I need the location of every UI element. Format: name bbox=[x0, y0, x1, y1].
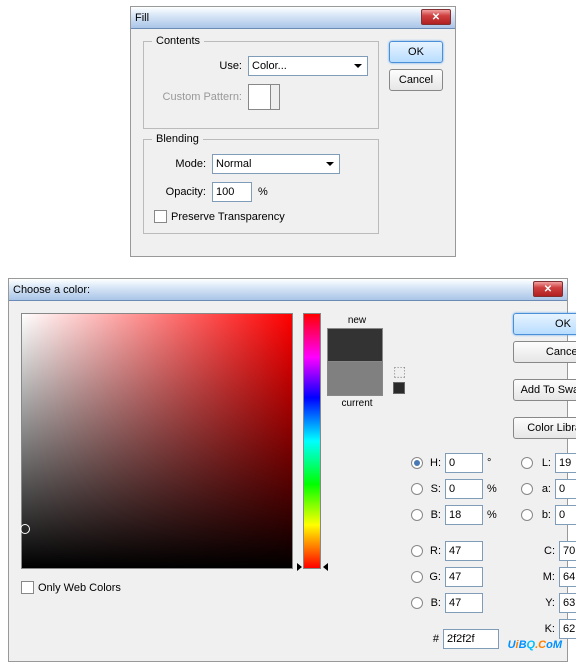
warning-swatch[interactable] bbox=[393, 382, 405, 394]
preserve-transparency-checkbox[interactable]: Preserve Transparency bbox=[154, 210, 368, 223]
fill-title: Fill bbox=[135, 12, 149, 24]
only-web-colors-checkbox[interactable]: Only Web Colors bbox=[21, 581, 411, 594]
new-current-swatches: new current bbox=[327, 313, 387, 569]
cancel-button[interactable]: Cancel bbox=[389, 69, 443, 91]
blending-legend: Blending bbox=[152, 133, 203, 145]
current-color-swatch[interactable] bbox=[327, 362, 383, 396]
s-label: S: bbox=[427, 483, 441, 495]
c-input[interactable] bbox=[559, 541, 576, 561]
mode-select[interactable]: Normal bbox=[212, 154, 340, 174]
h-input[interactable] bbox=[445, 453, 483, 473]
c-label: C: bbox=[541, 545, 555, 557]
s-input[interactable] bbox=[445, 479, 483, 499]
cube-icon[interactable]: ⬚ bbox=[393, 363, 411, 380]
hue-slider[interactable] bbox=[303, 313, 321, 569]
radio-r[interactable] bbox=[411, 545, 423, 557]
r-label: R: bbox=[427, 545, 441, 557]
watermark: UiBQ.CoM bbox=[508, 632, 562, 653]
radio-a[interactable] bbox=[521, 483, 533, 495]
l-label: L: bbox=[537, 457, 551, 469]
bb-input[interactable] bbox=[445, 593, 483, 613]
r-input[interactable] bbox=[445, 541, 483, 561]
blending-group: Blending Mode: Normal Opacity: % Preserv… bbox=[143, 139, 379, 234]
a-label: a: bbox=[537, 483, 551, 495]
hex-label: # bbox=[411, 633, 439, 645]
cp-body: new current ⬚ Only Web Colors bbox=[9, 301, 567, 661]
opacity-input[interactable] bbox=[212, 182, 252, 202]
color-picker-dialog: Choose a color: new bbox=[8, 278, 568, 662]
b2-input[interactable] bbox=[555, 505, 576, 525]
radio-bv[interactable] bbox=[411, 509, 423, 521]
radio-h[interactable] bbox=[411, 457, 423, 469]
contents-legend: Contents bbox=[152, 35, 204, 47]
radio-b[interactable] bbox=[521, 509, 533, 521]
fill-dialog: Fill Contents Use: Color... Custom Patte… bbox=[130, 6, 456, 257]
close-icon[interactable] bbox=[533, 281, 563, 297]
bv-input[interactable] bbox=[445, 505, 483, 525]
fill-titlebar: Fill bbox=[131, 7, 455, 29]
pattern-swatch bbox=[248, 84, 280, 110]
y-label: Y: bbox=[541, 597, 555, 609]
l-input[interactable] bbox=[555, 453, 576, 473]
m-input[interactable] bbox=[559, 567, 576, 587]
cp-titlebar: Choose a color: bbox=[9, 279, 567, 301]
m-label: M: bbox=[541, 571, 555, 583]
hex-input[interactable] bbox=[443, 629, 499, 649]
bb-label: B: bbox=[427, 597, 441, 609]
opacity-label: Opacity: bbox=[154, 186, 206, 198]
add-to-swatches-button[interactable]: Add To Swatches bbox=[513, 379, 576, 401]
picker-cursor-icon bbox=[20, 524, 30, 534]
g-input[interactable] bbox=[445, 567, 483, 587]
radio-bb[interactable] bbox=[411, 597, 423, 609]
a-input[interactable] bbox=[555, 479, 576, 499]
mode-label: Mode: bbox=[154, 158, 206, 170]
checkbox-icon bbox=[21, 581, 34, 594]
use-select[interactable]: Color... bbox=[248, 56, 368, 76]
close-icon[interactable] bbox=[421, 9, 451, 25]
ok-button[interactable]: OK bbox=[389, 41, 443, 63]
h-label: H: bbox=[427, 457, 441, 469]
pattern-label: Custom Pattern: bbox=[154, 91, 242, 103]
new-color-swatch bbox=[327, 328, 383, 362]
b2-label: b: bbox=[537, 509, 551, 521]
cancel-button[interactable]: Cancel bbox=[513, 341, 576, 363]
new-label: new bbox=[327, 315, 387, 326]
y-input[interactable] bbox=[559, 593, 576, 613]
opacity-unit: % bbox=[258, 186, 268, 198]
cp-title: Choose a color: bbox=[13, 284, 90, 296]
hue-indicator-right-icon bbox=[323, 563, 328, 571]
only-web-label: Only Web Colors bbox=[38, 582, 121, 594]
saturation-value-field[interactable] bbox=[21, 313, 293, 569]
ok-button[interactable]: OK bbox=[513, 313, 576, 335]
color-fields: H:° S:% B:% R: G: B: # L: a: b: C:% M:% bbox=[411, 453, 576, 649]
g-label: G: bbox=[427, 571, 441, 583]
bv-label: B: bbox=[427, 509, 441, 521]
fill-body: Contents Use: Color... Custom Pattern: B… bbox=[131, 29, 455, 256]
radio-l[interactable] bbox=[521, 457, 533, 469]
current-label: current bbox=[327, 398, 387, 409]
use-label: Use: bbox=[154, 60, 242, 72]
contents-group: Contents Use: Color... Custom Pattern: bbox=[143, 41, 379, 129]
color-libraries-button[interactable]: Color Libraries bbox=[513, 417, 576, 439]
checkbox-icon bbox=[154, 210, 167, 223]
preserve-label: Preserve Transparency bbox=[171, 211, 285, 223]
radio-g[interactable] bbox=[411, 571, 423, 583]
radio-s[interactable] bbox=[411, 483, 423, 495]
hue-indicator-left-icon bbox=[297, 563, 302, 571]
